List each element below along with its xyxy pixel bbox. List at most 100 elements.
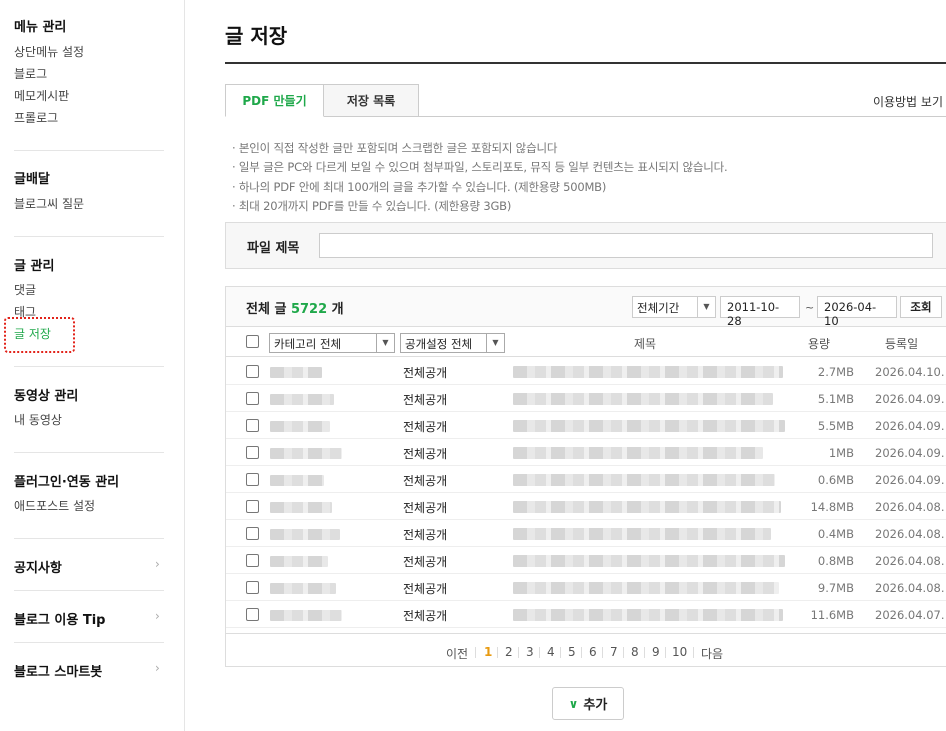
row-size: 9.7MB	[817, 581, 854, 595]
row-visibility: 전체공개	[403, 582, 448, 596]
date-to-input[interactable]: 2026-04-10	[817, 296, 897, 328]
blurred-post-title[interactable]	[513, 393, 773, 405]
blurred-post-title[interactable]	[513, 366, 783, 378]
page-5[interactable]: 5	[568, 645, 576, 659]
blurred-post-title[interactable]	[513, 447, 763, 459]
row-visibility: 전체공개	[403, 501, 448, 515]
tab-underline	[225, 116, 946, 117]
note-item: · 하나의 PDF 안에 최대 100개의 글을 추가할 수 있습니다. (제한…	[232, 179, 607, 194]
page-9[interactable]: 9	[652, 645, 660, 659]
sidebar-section-post-title: 글 관리	[14, 259, 55, 274]
page-1[interactable]: 1	[484, 645, 492, 659]
blurred-category	[270, 529, 340, 540]
row-checkbox[interactable]	[246, 581, 259, 594]
row-checkbox[interactable]	[246, 473, 259, 486]
date-from-input[interactable]: 2011-10-28	[720, 296, 800, 328]
row-date: 2026.04.09.	[875, 392, 945, 406]
sidebar-link-tips[interactable]: 블로그 이용 Tip	[14, 609, 105, 628]
row-checkbox[interactable]	[246, 446, 259, 459]
row-visibility: 전체공개	[403, 366, 448, 380]
column-title: 제목	[634, 337, 657, 351]
page-6[interactable]: 6	[589, 645, 597, 659]
table-row[interactable]: 전체공개 0.4MB 2026.04.08.	[226, 520, 946, 547]
blurred-category	[270, 394, 334, 405]
category-select[interactable]: 카테고리 전체 ▼	[269, 333, 395, 353]
table-row[interactable]: 전체공개 0.6MB 2026.04.09.	[226, 466, 946, 493]
post-count: 5722	[290, 302, 328, 317]
row-checkbox[interactable]	[246, 392, 259, 405]
chevron-down-icon: ∨	[568, 696, 579, 711]
title-divider	[225, 62, 946, 64]
blurred-category	[270, 448, 342, 459]
row-visibility: 전체공개	[403, 528, 448, 542]
visibility-select[interactable]: 공개설정 전체 ▼	[400, 333, 505, 353]
add-button[interactable]: ∨ 추가	[552, 687, 624, 720]
blurred-category	[270, 502, 332, 513]
row-checkbox[interactable]	[246, 419, 259, 432]
chevron-right-icon: ›	[155, 661, 160, 675]
sidebar-item-comments[interactable]: 댓글	[14, 281, 36, 298]
blurred-post-title[interactable]	[513, 555, 785, 567]
select-all-checkbox[interactable]	[246, 335, 259, 348]
table-row[interactable]: 전체공개 9.7MB 2026.04.08.	[226, 574, 946, 601]
row-visibility: 전체공개	[403, 555, 448, 569]
row-checkbox[interactable]	[246, 500, 259, 513]
row-checkbox[interactable]	[246, 608, 259, 621]
period-select[interactable]: 전체기간 ▼	[632, 296, 716, 318]
sidebar-item-adpost[interactable]: 애드포스트 설정	[14, 497, 95, 514]
table-row[interactable]: 전체공개 11.6MB 2026.04.07.	[226, 601, 946, 628]
pagination-divider	[665, 647, 666, 658]
page-2[interactable]: 2	[505, 645, 513, 659]
file-title-input[interactable]	[319, 233, 933, 258]
sidebar-divider	[14, 236, 164, 237]
blurred-post-title[interactable]	[513, 609, 783, 621]
blurred-post-title[interactable]	[513, 420, 785, 432]
sidebar-section-delivery-title: 글배달	[14, 172, 50, 187]
page-7[interactable]: 7	[610, 645, 618, 659]
sidebar-item-my-videos[interactable]: 내 동영상	[14, 411, 62, 428]
blurred-post-title[interactable]	[513, 501, 781, 513]
tab-pdf-create[interactable]: PDF 만들기	[225, 84, 324, 117]
row-checkbox[interactable]	[246, 527, 259, 540]
sidebar-divider	[14, 538, 164, 539]
active-item-highlight	[4, 317, 75, 353]
pagination-divider	[497, 647, 498, 658]
column-date: 등록일	[885, 337, 919, 351]
page-10[interactable]: 10	[672, 645, 687, 659]
tab-saved-list[interactable]: 저장 목록	[324, 84, 419, 117]
sidebar-link-smartbot[interactable]: 블로그 스마트봇	[14, 661, 102, 680]
table-row[interactable]: 전체공개 1MB 2026.04.09.	[226, 439, 946, 466]
table-row[interactable]: 전체공개 14.8MB 2026.04.08.	[226, 493, 946, 520]
row-checkbox[interactable]	[246, 554, 259, 567]
column-size: 용량	[808, 337, 831, 351]
blurred-post-title[interactable]	[513, 582, 779, 594]
blurred-category	[270, 475, 324, 486]
page-3[interactable]: 3	[526, 645, 534, 659]
pagination-next[interactable]: 다음	[701, 645, 723, 662]
page-8[interactable]: 8	[631, 645, 639, 659]
sidebar-item-top-menu[interactable]: 상단메뉴 설정	[14, 43, 84, 60]
table-row[interactable]: 전체공개 0.8MB 2026.04.08.	[226, 547, 946, 574]
table-row[interactable]: 전체공개 5.1MB 2026.04.09.	[226, 385, 946, 412]
sidebar-item-memo-board[interactable]: 메모게시판	[14, 87, 69, 104]
table-row[interactable]: 전체공개 2.7MB 2026.04.10.	[226, 358, 946, 385]
sidebar-divider	[14, 642, 164, 643]
table-row[interactable]: 전체공개 5.5MB 2026.04.09.	[226, 412, 946, 439]
help-link[interactable]: 이용방법 보기	[873, 93, 943, 110]
blurred-post-title[interactable]	[513, 528, 771, 540]
row-size: 0.8MB	[817, 554, 854, 568]
blurred-post-title[interactable]	[513, 474, 775, 486]
row-checkbox[interactable]	[246, 365, 259, 378]
sidebar-item-blogc-question[interactable]: 블로그씨 질문	[14, 195, 84, 212]
page-4[interactable]: 4	[547, 645, 555, 659]
sidebar-item-prologue[interactable]: 프롤로그	[14, 109, 58, 126]
sidebar-item-blog[interactable]: 블로그	[14, 65, 47, 82]
row-date: 2026.04.09.	[875, 419, 945, 433]
pagination-divider	[560, 647, 561, 658]
blurred-category	[270, 421, 330, 432]
search-button[interactable]: 조회	[900, 296, 942, 318]
pagination-divider	[693, 647, 694, 658]
column-header: 카테고리 전체 ▼ 공개설정 전체 ▼ 제목 용량 등록일	[226, 328, 946, 357]
sidebar-link-notice[interactable]: 공지사항	[14, 557, 62, 576]
pagination-prev[interactable]: 이전	[446, 645, 468, 662]
